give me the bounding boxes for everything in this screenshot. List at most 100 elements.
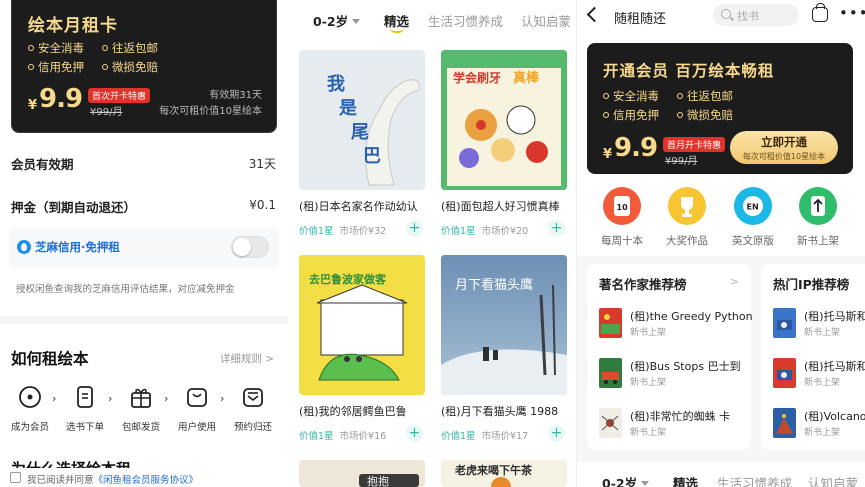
step-shipping: 包邮发货 [118, 384, 164, 433]
agreement-link[interactable]: 《闲鱼租会员服务协议》 [94, 475, 199, 486]
book-cover: 去巴鲁波家做客 [299, 255, 425, 395]
book-list-panel: 0-2岁 精选 生活习惯养成 认知启蒙 我 是 尾 巴 (租)日本名家名作动幼认… [288, 0, 576, 487]
tab-featured[interactable]: 精选 [673, 473, 698, 487]
age-filter[interactable]: 0-2岁 [602, 473, 650, 487]
rec-title: 著名作家推荐榜 [599, 277, 687, 292]
author-recommend-card[interactable]: 著名作家推荐榜 > (租)the Greedy Python 新书上架 (租)B… [587, 264, 753, 450]
tab-habits[interactable]: 生活习惯养成 [428, 11, 503, 30]
rec-item[interactable]: (租)Volcano 新书上架 [773, 408, 865, 442]
book-meta: 价值1星 市场价¥16 + [299, 425, 425, 442]
validity-value: 31天 [248, 157, 276, 171]
benefit-item: 信用免押 [603, 107, 659, 123]
back-icon[interactable] [586, 6, 603, 23]
promo-title: 开通会员 百万绘本畅租 [603, 62, 775, 80]
step-become-member: 成为会员 [7, 384, 53, 433]
bullet-icon [102, 45, 108, 51]
benefit-item: 信用免押 [28, 59, 84, 75]
category-weekly[interactable]: 10 每周十本 [593, 187, 651, 248]
anpanman-cover-art: 学会刷牙 真棒 [441, 50, 567, 190]
section-divider [0, 316, 288, 324]
top-bar: 随租随还 找书 ••• [577, 0, 865, 36]
book-thumbnail [599, 408, 622, 438]
tab-cognition[interactable]: 认知启蒙 [521, 11, 571, 30]
open-membership-button[interactable]: 立即开通 每次可租价值10星绘本 [730, 131, 838, 164]
book-cover: 学会刷牙 真棒 [441, 50, 567, 190]
price-value: 9.9 [614, 133, 658, 163]
english-icon: EN [734, 187, 772, 225]
page-title: 随租随还 [614, 12, 667, 27]
bullet-icon [28, 64, 34, 70]
book-card[interactable]: 老虎来喝下午茶 [441, 460, 567, 487]
circle-dot-icon [19, 386, 41, 408]
chevron-right-icon: › [164, 392, 169, 405]
zhima-toggle[interactable] [231, 236, 269, 258]
weekly-ten-icon: 10 [603, 187, 641, 225]
original-price: ¥99/月 [90, 107, 123, 118]
add-book-button[interactable]: + [406, 220, 423, 237]
rec-item[interactable]: (租)the Greedy Python 新书上架 [599, 308, 759, 342]
crocodile-cover-art: 去巴鲁波家做客 [299, 255, 425, 395]
zhima-description: 授权闲鱼查询我的芝麻信用评估结果，对应减免押金 [16, 284, 235, 295]
add-book-button[interactable]: + [548, 425, 565, 442]
svg-text:学会刷牙: 学会刷牙 [453, 70, 501, 85]
book-card[interactable]: 抱抱 [299, 460, 425, 487]
step-return: 预约归还 [230, 384, 276, 433]
svg-text:尾: 尾 [351, 122, 369, 143]
book-cover: 月下看猫头鹰 [441, 255, 567, 395]
active-tab-indicator [390, 28, 404, 33]
book-card[interactable]: 学会刷牙 真棒 (租)面包超人好习惯真棒 价值1星 市场价¥20 + [441, 50, 567, 237]
category-award[interactable]: 大奖作品 [658, 187, 716, 248]
rent-home-panel: 随租随还 找书 ••• 开通会员 百万绘本畅租 安全消毒 往返包邮 信用免押 微… [577, 0, 865, 487]
caret-down-icon [641, 481, 650, 486]
book-thumbnail [773, 408, 796, 438]
promo-badge: 首月开卡特惠 [663, 137, 726, 152]
svg-text:我: 我 [327, 74, 345, 95]
svg-text:EN: EN [747, 203, 759, 212]
tab-cognition[interactable]: 认知启蒙 [808, 473, 858, 487]
book-card[interactable]: 我 是 尾 巴 (租)日本名家名作动幼认 价值1星 市场价¥32 + [299, 50, 425, 237]
book-title: (租)我的邻居鳄鱼巴鲁 [299, 405, 407, 418]
svg-text:老虎来喝下午茶: 老虎来喝下午茶 [454, 463, 533, 477]
rec-item[interactable]: (租)非常忙的蜘蛛 卡 新书上架 [599, 408, 759, 442]
add-book-button[interactable]: + [548, 220, 565, 237]
tiger-tea-cover-art: 老虎来喝下午茶 [441, 460, 567, 487]
svg-text:巴: 巴 [363, 146, 381, 167]
original-price: ¥99/月 [665, 156, 698, 167]
category-english[interactable]: EN 英文原版 [724, 187, 782, 248]
benefit-item: 往返包邮 [677, 88, 733, 104]
how-to-rent-title: 如何租绘本 [11, 350, 89, 368]
search-icon [721, 9, 731, 19]
search-input[interactable]: 找书 [713, 4, 799, 26]
agreement-text: 我已阅读并同意《闲鱼租会员服务协议》 [27, 475, 199, 486]
rec-item[interactable]: (租)Bus Stops 巴士到 新书上架 [599, 358, 759, 392]
add-book-button[interactable]: + [406, 425, 423, 442]
tab-habits[interactable]: 生活习惯养成 [717, 473, 792, 487]
book-thumbnail [773, 358, 796, 388]
chevron-right-icon: › [108, 392, 113, 405]
bullet-icon [677, 112, 683, 118]
agreement-checkbox[interactable] [10, 472, 21, 483]
caret-down-icon [352, 19, 361, 24]
book-thumbnail [599, 358, 622, 388]
book-card[interactable]: 去巴鲁波家做客 (租)我的邻居鳄鱼巴鲁 价值1星 市场价¥16 + [299, 255, 425, 442]
chevron-right-icon: › [52, 392, 57, 405]
rec-item[interactable]: (租)托马斯和 新书上架 [773, 308, 865, 342]
rec-item[interactable]: (租)托马斯和 新书上架 [773, 358, 865, 392]
price-symbol: ¥ [603, 147, 613, 162]
benefit-item: 安全消毒 [603, 88, 659, 104]
return-box-icon [243, 388, 263, 407]
category-new[interactable]: 新书上架 [789, 187, 847, 248]
ip-recommend-card[interactable]: 热门IP推荐榜 (租)托马斯和 新书上架 (租)托马斯和 新书上架 (租)Vol… [761, 264, 865, 450]
card-title: 绘本月租卡 [28, 16, 118, 36]
detail-rules-link[interactable]: 详细规则 > [220, 351, 274, 366]
book-card[interactable]: 月下看猫头鹰 (租)月下看猫头鹰 1988 价值1星 市场价¥17 + [441, 255, 567, 442]
book-thumbnail [599, 308, 622, 338]
zhima-label: 芝麻信用·免押租 [35, 240, 120, 254]
benefit-item: 微损免赔 [677, 107, 733, 123]
monthly-card[interactable]: 绘本月租卡 安全消毒 往返包邮 信用免押 微损免赔 ¥ 9.9 首次开卡特惠 ¥… [11, 0, 277, 133]
more-icon[interactable]: ••• [839, 4, 865, 22]
age-filter[interactable]: 0-2岁 [313, 11, 361, 30]
shopping-bag-icon[interactable] [812, 3, 828, 22]
rent-note: 每次可租价值10星绘本 [159, 106, 262, 117]
step-usage: 用户使用 [174, 384, 220, 433]
